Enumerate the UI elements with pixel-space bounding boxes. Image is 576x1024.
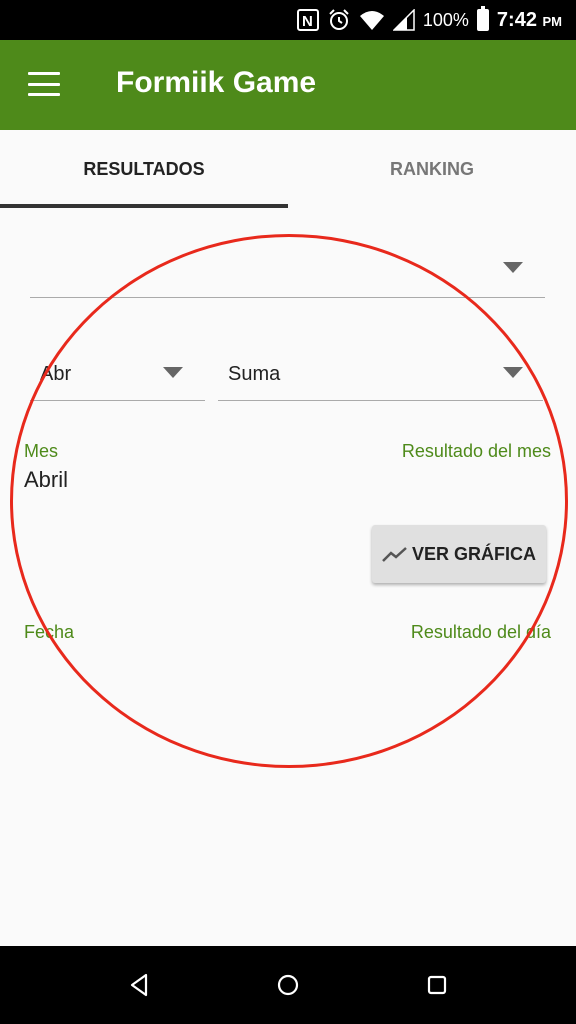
ver-grafica-button[interactable]: VER GRÁFICA: [372, 525, 546, 583]
battery-percent: 100%: [422, 9, 469, 30]
hamburger-menu-icon[interactable]: [28, 72, 60, 96]
dropdown-arrow-icon: [163, 367, 183, 378]
trending-up-icon: [382, 547, 407, 562]
top-select[interactable]: [30, 240, 545, 298]
red-annotation-circle: [10, 234, 568, 768]
tab-resultados[interactable]: RESULTADOS: [0, 130, 288, 208]
tab-ranking[interactable]: RANKING: [288, 130, 576, 208]
operation-select[interactable]: Suma: [218, 348, 543, 401]
app-title: Formiik Game: [116, 66, 317, 99]
tab-bar: RESULTADOS RANKING: [0, 130, 576, 208]
home-icon[interactable]: [275, 972, 301, 998]
recents-icon[interactable]: [424, 972, 450, 998]
month-select-value: Abr: [40, 363, 72, 385]
status-bar: N 100% 7:42 PM: [0, 0, 576, 40]
nfc-icon: N: [296, 9, 319, 31]
alarm-icon: [329, 9, 349, 30]
signal-icon: [392, 9, 415, 31]
day-result-label: Resultado del día: [410, 622, 551, 642]
dropdown-arrow-icon: [503, 262, 523, 273]
month-select[interactable]: Abr: [30, 348, 205, 401]
clock: 7:42 PM: [497, 9, 562, 32]
clock-suffix: PM: [542, 13, 563, 29]
app-bar: Formiik Game: [0, 40, 576, 130]
dropdown-arrow-icon: [503, 367, 523, 378]
month-label: Mes: [24, 441, 59, 461]
status-icons: N 100% 7:42 PM: [296, 0, 562, 40]
operation-select-value: Suma: [228, 363, 281, 385]
battery-icon: [476, 6, 489, 31]
back-icon[interactable]: [126, 972, 152, 998]
ver-grafica-label: VER GRÁFICA: [411, 543, 536, 564]
month-value: Abril: [24, 467, 69, 492]
navigation-bar: [0, 946, 576, 1024]
svg-text:N: N: [302, 13, 313, 30]
date-label: Fecha: [24, 622, 75, 642]
month-result-label: Resultado del mes: [401, 441, 551, 461]
clock-time: 7:42: [496, 8, 537, 31]
wifi-icon: [359, 11, 384, 30]
